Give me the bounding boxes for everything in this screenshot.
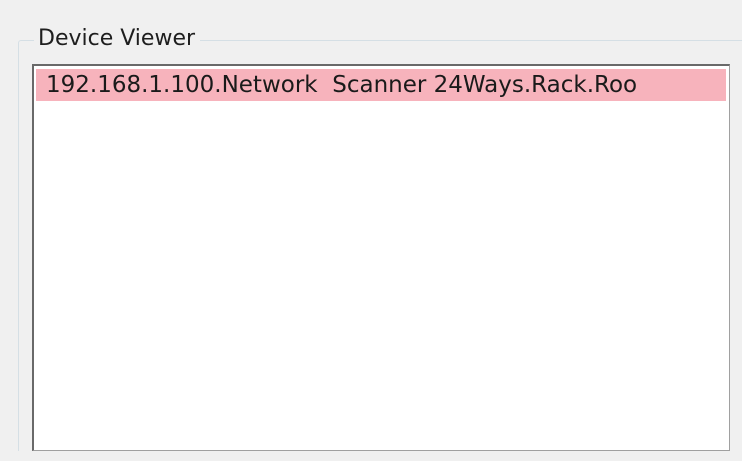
list-item[interactable]: 192.168.1.100.Network Scanner 24Ways.Rac… [36, 69, 726, 101]
device-list[interactable]: 192.168.1.100.Network Scanner 24Ways.Rac… [32, 64, 730, 451]
device-viewer-title: Device Viewer [34, 24, 201, 54]
bottom-strip [0, 451, 742, 461]
device-viewer-panel: Device Viewer 192.168.1.100.Network Scan… [0, 0, 742, 461]
